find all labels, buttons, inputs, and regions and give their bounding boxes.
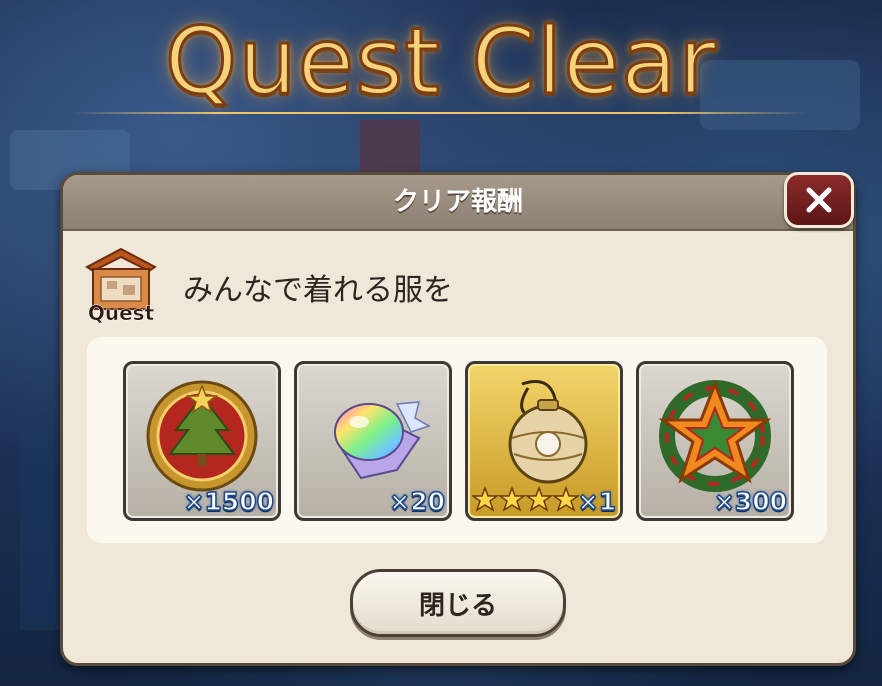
reward-quantity: ×1500 bbox=[183, 486, 275, 517]
golden-ornament-icon bbox=[508, 380, 588, 484]
reward-slot[interactable]: ×1 bbox=[465, 361, 623, 521]
rainbow-crystal-icon bbox=[334, 401, 431, 480]
reward-slot[interactable]: ×300 bbox=[636, 361, 794, 521]
screen-title: Quest Clear bbox=[163, 7, 718, 117]
reward-quantity: ×300 bbox=[713, 486, 788, 517]
reward-slot[interactable]: ×20 bbox=[294, 361, 452, 521]
rewards-panel: ×1500 ×20 ×1 ×300 bbox=[87, 337, 827, 543]
christmas-tree-medal-icon bbox=[146, 380, 258, 492]
star-rating-icon bbox=[472, 486, 581, 512]
reward-quantity: ×20 bbox=[389, 486, 446, 517]
quest-name: みんなで着れる服を bbox=[183, 273, 453, 308]
reward-slot[interactable]: ×1500 bbox=[123, 361, 281, 521]
rarity-stars bbox=[472, 486, 582, 512]
dialog-header: クリア報酬 bbox=[63, 175, 853, 231]
close-x-button[interactable] bbox=[784, 172, 854, 228]
dialog-title: クリア報酬 bbox=[392, 187, 523, 217]
christmas-star-wreath-icon bbox=[658, 379, 772, 492]
quest-badge: Quest bbox=[83, 245, 159, 325]
close-button[interactable]: 閉じる bbox=[350, 569, 566, 637]
title-underline bbox=[70, 112, 810, 114]
quest-badge-label: Quest bbox=[87, 301, 155, 326]
reward-dialog: クリア報酬 Quest みんなで着れる服を ×1500 ×20 ×1 ×300 … bbox=[60, 172, 856, 666]
close-x-icon bbox=[806, 187, 832, 213]
reward-quantity: ×1 bbox=[577, 486, 617, 517]
